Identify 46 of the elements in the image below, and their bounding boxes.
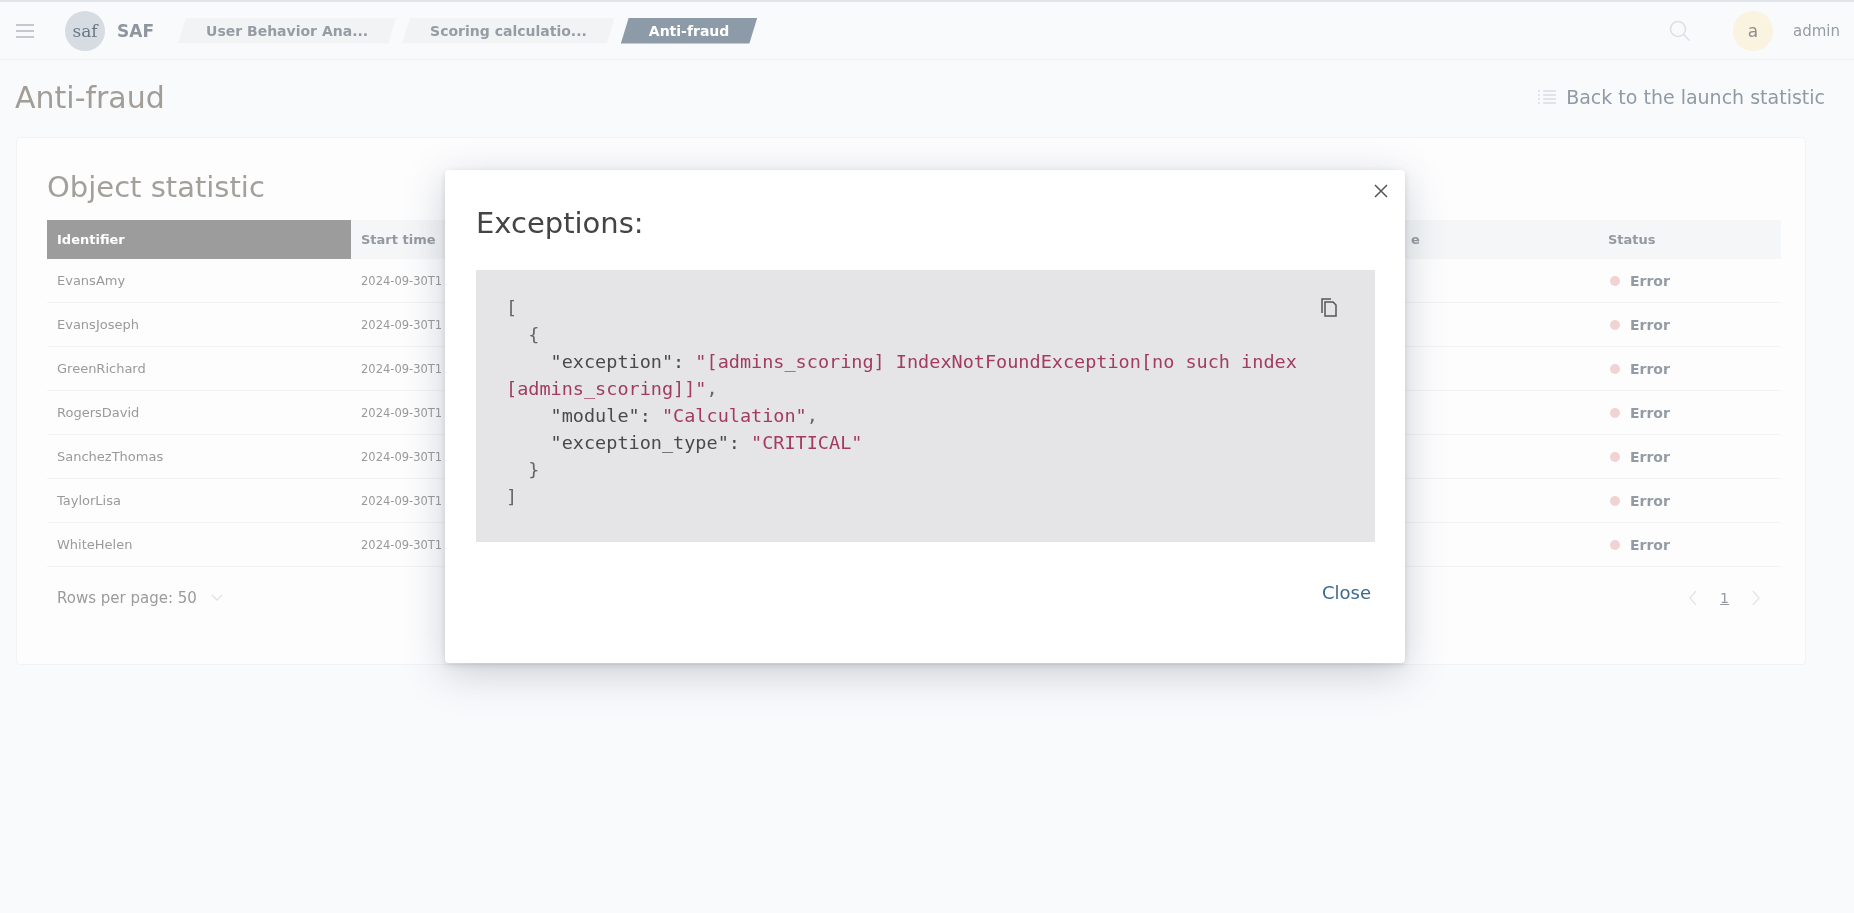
rows-per-page-select[interactable]: Rows per page: 50 [57, 589, 223, 607]
table-cell-text: EvansJoseph [56, 316, 140, 334]
next-page-icon[interactable] [1751, 590, 1761, 606]
table-cell-text: 2024-09-30T1 [360, 272, 441, 290]
column-header[interactable]: Status [1598, 220, 1805, 259]
status-text: Error [1630, 404, 1670, 421]
table-cell-text: TaylorLisa [56, 492, 122, 510]
table-cell-text: EvansAmy [56, 272, 127, 290]
chevron-down-icon [210, 594, 223, 602]
back-link[interactable]: Back to the launch statistic [1538, 86, 1825, 108]
table-cell-text: 2024-09-30T1 [360, 448, 441, 466]
close-button[interactable]: Close [1321, 578, 1371, 607]
logo: saf [65, 10, 105, 51]
table-cell-text: 2024-09-30T1 [360, 404, 441, 422]
previous-page-icon[interactable] [1688, 590, 1699, 606]
breadcrumb[interactable]: Scoring calculatio... [402, 17, 615, 44]
code-text: [ { "exception": "[admins_scoring] IndexNotFoundException[no such index [admins_scoring]]", "module": "Calculation", "exception_type": "CRITICAL" } ] [506, 296, 1298, 509]
status-text: Error [1630, 272, 1670, 289]
status-text: Error [1630, 492, 1670, 509]
breadcrumb[interactable]: Anti-fraud [620, 17, 758, 44]
dialog-title: Exceptions: [476, 206, 645, 240]
user-name: admin [1793, 21, 1840, 40]
app-name: SAF [117, 20, 154, 41]
page-number[interactable]: 1 [1720, 590, 1729, 606]
table-cell-text: WhiteHelen [56, 536, 134, 554]
card-title: Object statistic [47, 170, 265, 204]
table-cell-text: RogersDavid [56, 404, 141, 422]
table-cell-text: 2024-09-30T1 [360, 360, 441, 378]
table-cell-text: SanchezThomas [56, 448, 165, 466]
table-cell-text: 2024-09-30T1 [360, 536, 441, 554]
table-cell-text: GreenRichard [56, 360, 147, 378]
column-header[interactable]: Identifier [47, 220, 351, 259]
search-icon[interactable] [1669, 19, 1691, 42]
close-icon[interactable] [1374, 184, 1388, 198]
status-text: Error [1630, 360, 1670, 377]
copy-icon[interactable] [1321, 298, 1337, 317]
status-text: Error [1630, 536, 1670, 553]
page-title: Anti-fraud [15, 79, 165, 115]
status-text: Error [1630, 448, 1670, 465]
list-icon [1538, 90, 1557, 104]
menu-icon[interactable] [15, 22, 35, 39]
table-cell-text: 2024-09-30T1 [360, 492, 441, 510]
table-cell-text: 2024-09-30T1 [360, 316, 441, 334]
breadcrumb[interactable]: User Behavior Ana... [178, 17, 397, 44]
user-avatar[interactable]: a [1733, 10, 1773, 51]
status-text: Error [1630, 316, 1670, 333]
